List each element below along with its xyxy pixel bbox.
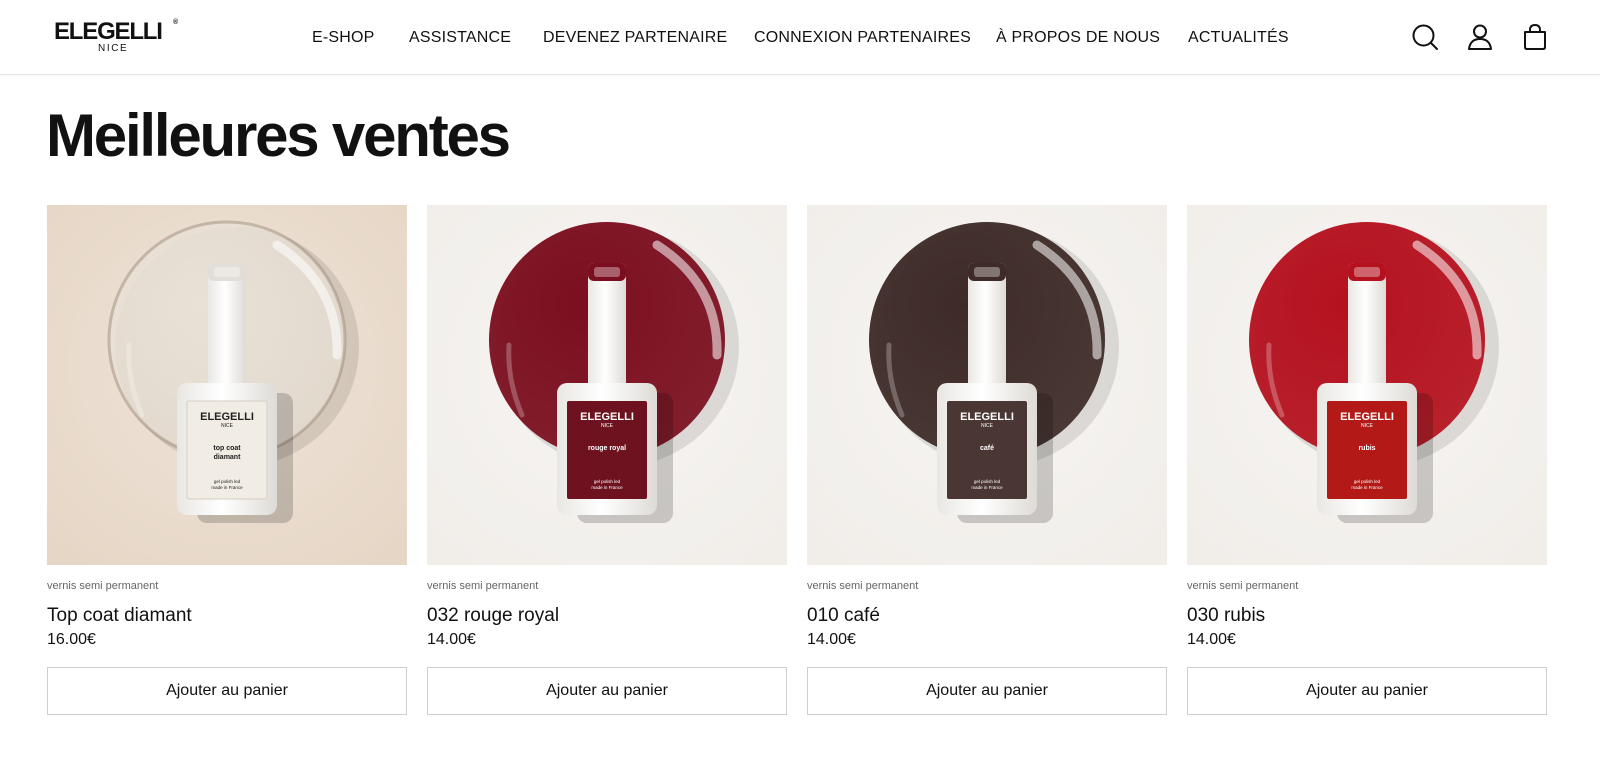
product-price: 14.00€ [807,631,856,648]
product-card: ELEGELLI NICE rouge royal gel polish led… [427,205,787,715]
nav-item-devenez-partenaire[interactable]: DEVENEZ PARTENAIRE [543,28,727,48]
product-category: vernis semi permanent [1187,580,1299,592]
bottle-label-bottle-shade-line1: rouge royal [588,445,626,452]
product-image[interactable]: ELEGELLI NICE rubis gel polish led made … [1187,205,1547,565]
bottle-label-bottle-city: NICE [221,423,234,429]
product-category: vernis semi permanent [807,580,919,592]
product-price: 16.00€ [47,631,96,648]
bottle-label-bottle-note-line2: made in France [971,485,1003,490]
add-to-cart-button[interactable]: Ajouter au panier [1187,667,1547,715]
account-icon[interactable] [1465,22,1495,52]
product-name[interactable]: 030 rubis [1187,604,1265,628]
nav-item-connexion-partenaires[interactable]: CONNEXION PARTENAIRES [754,28,971,48]
product-category: vernis semi permanent [47,580,159,592]
product-card: ELEGELLI NICE top coat diamant gel polis… [47,205,407,715]
cart-icon[interactable] [1520,22,1550,52]
bottle-label-bottle-city: NICE [1361,423,1374,429]
product-card: ELEGELLI NICE café gel polish led made i… [807,205,1167,715]
add-to-cart-button[interactable]: Ajouter au panier [427,667,787,715]
bottle-label-bottle-note-line1: gel polish led [974,479,1001,484]
site-header: ELEGELLI ® NICE E-SHOP ASSISTANCE DEVENE… [0,0,1600,75]
bottle-label-bottle-brand: ELEGELLI [580,411,634,423]
add-to-cart-button[interactable]: Ajouter au panier [47,667,407,715]
product-name[interactable]: 010 café [807,604,880,628]
product-image[interactable]: ELEGELLI NICE top coat diamant gel polis… [47,205,407,565]
nav-item-a-propos[interactable]: À PROPOS DE NOUS [996,28,1160,48]
product-image[interactable]: ELEGELLI NICE rouge royal gel polish led… [427,205,787,565]
product-image[interactable]: ELEGELLI NICE café gel polish led made i… [807,205,1167,565]
nav-item-assistance[interactable]: ASSISTANCE [409,28,511,48]
product-category: vernis semi permanent [427,580,539,592]
add-to-cart-button[interactable]: Ajouter au panier [807,667,1167,715]
bottle-label-bottle-note-line2: made in France [211,485,243,490]
main-nav: E-SHOP ASSISTANCE DEVENEZ PARTENAIRE CON… [0,0,1600,75]
bottle-label-bottle-shade-line2: diamant [214,454,242,461]
bottle-label-bottle-note-line1: gel polish led [594,479,621,484]
product-card: ELEGELLI NICE rubis gel polish led made … [1187,205,1547,715]
nav-item-eshop[interactable]: E-SHOP [312,28,375,48]
bottle-label-bottle-shade-line1: café [980,445,994,452]
bottle-label-bottle-note-line2: made in France [591,485,623,490]
bottle-label-bottle-brand: ELEGELLI [200,411,254,423]
bottle-label-bottle-shade-line1: top coat [213,445,241,452]
bottle-label-bottle-note-line1: gel polish led [1354,479,1381,484]
bottle-label-bottle-note-line2: made in France [1351,485,1383,490]
product-price: 14.00€ [427,631,476,648]
nav-item-actualites[interactable]: ACTUALITÉS [1188,28,1289,48]
page-title: Meilleures ventes [46,102,511,169]
bottle-label-bottle-brand: ELEGELLI [1340,411,1394,423]
bottle-label-bottle-shade-line1: rubis [1358,445,1375,452]
product-name[interactable]: Top coat diamant [47,604,192,628]
search-icon[interactable] [1410,22,1440,52]
bottle-label-bottle-city: NICE [601,423,614,429]
bottle-label-bottle-brand: ELEGELLI [960,411,1014,423]
product-name[interactable]: 032 rouge royal [427,604,559,628]
bottle-label-bottle-note-line1: gel polish led [214,479,241,484]
product-price: 14.00€ [1187,631,1236,648]
bottle-label-bottle-city: NICE [981,423,994,429]
